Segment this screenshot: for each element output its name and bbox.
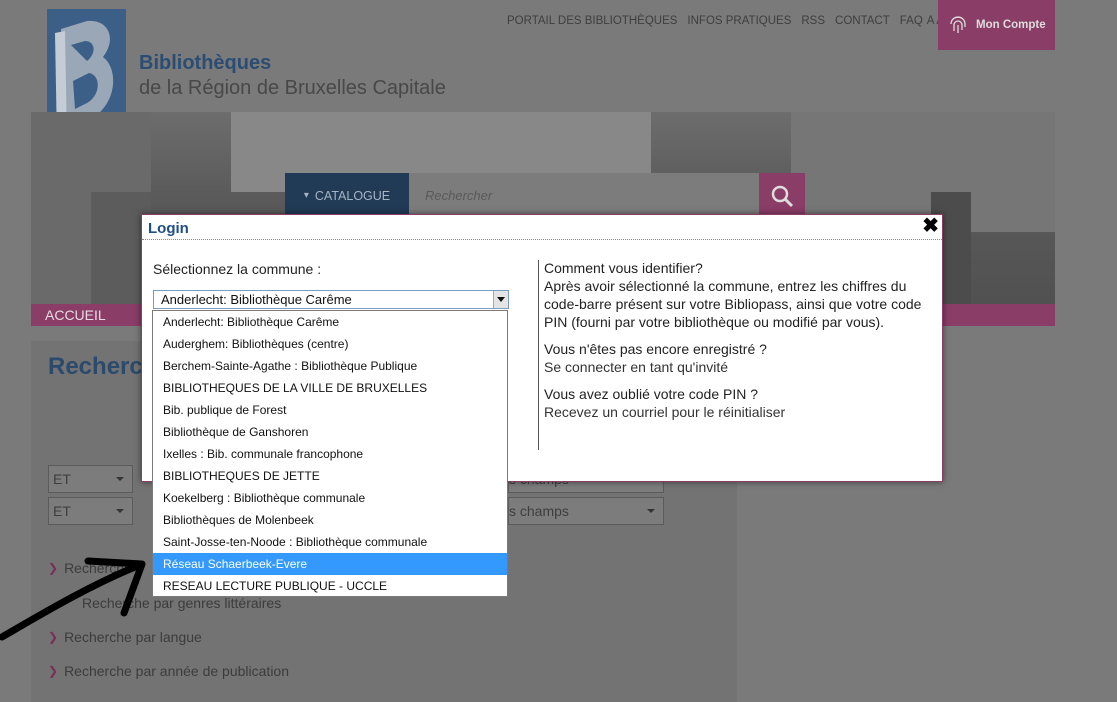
modal-divider xyxy=(538,260,539,450)
operator-select-2[interactable]: ET xyxy=(48,497,133,525)
commune-dropdown-list: Anderlecht: Bibliothèque Carême Auderghe… xyxy=(152,310,508,597)
page-title: Recherc xyxy=(48,353,143,380)
commune-option[interactable]: Koekelberg : Bibliothèque communale xyxy=(153,487,507,509)
catalog-label: CATALOGUE xyxy=(314,188,391,203)
account-label: Mon Compte xyxy=(976,19,1046,31)
chevron-down-icon: ❯ xyxy=(48,664,59,678)
caret-icon xyxy=(116,509,124,513)
commune-option[interactable]: Bibliothèque de Ganshoren xyxy=(153,421,507,443)
not-registered-text: Vous n'êtes pas encore enregistré ? xyxy=(544,341,767,357)
catalog-dropdown[interactable]: ▾ CATALOGUE xyxy=(285,173,409,218)
search-button[interactable] xyxy=(759,173,805,218)
commune-option[interactable]: BIBLIOTHEQUES DE LA VILLE DE BRUXELLES xyxy=(153,377,507,399)
commune-option[interactable]: RESEAU LECTURE PUBLIQUE - UCCLE xyxy=(153,575,507,597)
search-input[interactable]: Rechercher xyxy=(409,173,759,218)
commune-option[interactable]: Bibliothèques de Molenbeek xyxy=(153,509,507,531)
search-link-4[interactable]: ❯ Recherche par année de publication xyxy=(48,663,289,679)
chevron-down-icon: ▾ xyxy=(303,190,309,201)
commune-option[interactable]: Berchem-Sainte-Agathe : Bibliothèque Pub… xyxy=(153,355,507,377)
nav-contact[interactable]: CONTACT xyxy=(835,15,890,27)
account-button[interactable]: Mon Compte xyxy=(938,0,1055,50)
nav-infos[interactable]: INFOS PRATIQUES xyxy=(687,15,791,27)
close-icon[interactable]: ✖ xyxy=(922,216,939,236)
fingerprint-icon xyxy=(950,16,966,33)
modal-header: Login ✖ xyxy=(142,215,942,240)
search-icon xyxy=(771,185,794,207)
nav-rss[interactable]: RSS xyxy=(801,15,825,27)
guest-login-link[interactable]: Se connecter en tant qu'invité xyxy=(544,359,728,375)
help-text: Après avoir sélectionné la commune, entr… xyxy=(544,278,922,330)
commune-option[interactable]: Auderghem: Bibliothèques (centre) xyxy=(153,333,507,355)
commune-option[interactable]: Saint-Josse-ten-Noode : Bibliothèque com… xyxy=(153,531,507,553)
commune-label: Sélectionnez la commune : xyxy=(153,261,322,277)
help-title: Comment vous identifier? xyxy=(544,260,703,276)
top-navigation: PORTAIL DES BIBLIOTHÈQUES INFOS PRATIQUE… xyxy=(507,15,954,27)
catalog-search-bar: ▾ CATALOGUE Rechercher xyxy=(285,173,805,218)
commune-option[interactable]: Bib. publique de Forest xyxy=(153,399,507,421)
help-panel: Comment vous identifier? Après avoir sél… xyxy=(544,259,924,430)
site-title: Bibliothèques xyxy=(139,52,272,74)
modal-title: Login xyxy=(148,220,189,237)
caret-icon xyxy=(647,509,655,513)
commune-option[interactable]: Anderlecht: Bibliothèque Carême xyxy=(153,311,507,333)
site-subtitle: de la Région de Bruxelles Capitale xyxy=(139,77,446,99)
commune-selected-value: Anderlecht: Bibliothèque Carême xyxy=(161,292,352,307)
commune-option[interactable]: BIBLIOTHEQUES DE JETTE xyxy=(153,465,507,487)
dropdown-arrow-icon[interactable] xyxy=(493,291,508,308)
annotation-arrow-icon xyxy=(0,557,146,641)
nav-home[interactable]: ACCUEIL xyxy=(45,307,106,323)
nav-faq[interactable]: FAQ xyxy=(900,15,923,27)
link-label: Recherche par année de publication xyxy=(64,663,289,679)
commune-option[interactable]: Ixelles : Bib. communale francophone xyxy=(153,443,507,465)
commune-option-highlighted[interactable]: Réseau Schaerbeek-Evere xyxy=(153,553,507,575)
nav-portal[interactable]: PORTAIL DES BIBLIOTHÈQUES xyxy=(507,15,677,27)
operator-value: ET xyxy=(53,471,71,487)
operator-select-1[interactable]: ET xyxy=(48,465,133,493)
commune-select[interactable]: Anderlecht: Bibliothèque Carême xyxy=(153,290,509,309)
operator-value: ET xyxy=(53,503,71,519)
reset-pin-link[interactable]: Recevez un courriel pour le réinitialise… xyxy=(544,404,785,420)
field-value: s champs xyxy=(509,503,569,519)
caret-icon xyxy=(116,477,124,481)
forgot-pin-text: Vous avez oublié votre code PIN ? xyxy=(544,386,759,402)
field-select-2[interactable]: s champs xyxy=(508,497,664,525)
